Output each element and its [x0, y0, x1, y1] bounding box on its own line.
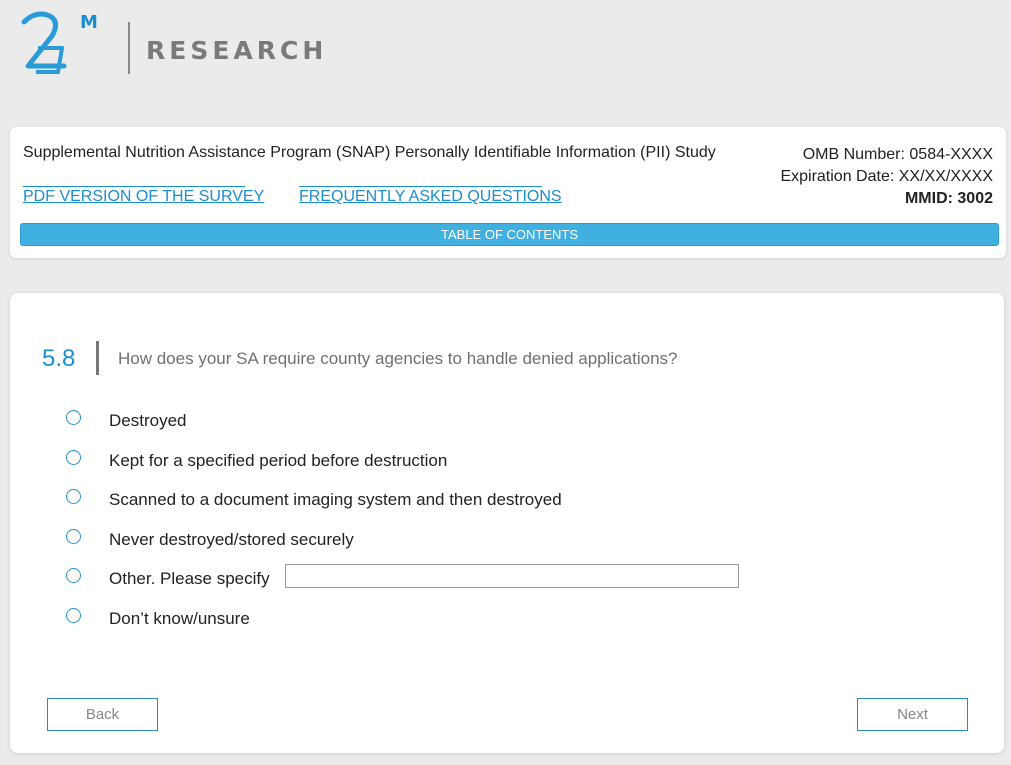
back-button[interactable]: Back: [47, 698, 158, 731]
option-label: Kept for a specified period before destr…: [109, 451, 448, 470]
omb-number: OMB Number: 0584-XXXX: [802, 146, 993, 163]
radio-button[interactable]: [66, 568, 81, 583]
radio-button[interactable]: [66, 410, 81, 425]
expiration-date: Expiration Date: XX/XX/XXXX: [780, 168, 993, 185]
logo-company-text: RESEARCH: [146, 36, 328, 65]
mmid: MMID: 3002: [904, 190, 993, 207]
question-text: How does your SA require county agencies…: [118, 349, 678, 368]
radio-button[interactable]: [66, 529, 81, 544]
company-logo: M RESEARCH: [18, 8, 323, 78]
option-label: Don’t know/unsure: [109, 609, 250, 628]
radio-button[interactable]: [66, 489, 81, 504]
logo-divider: [128, 22, 130, 74]
radio-button[interactable]: [66, 608, 81, 623]
option-label: Destroyed: [109, 411, 187, 430]
survey-header: Supplemental Nutrition Assistance Progra…: [10, 127, 1006, 258]
svg-text:M: M: [80, 12, 98, 33]
faq-link[interactable]: FREQUENTLY ASKED QUESTIONS: [299, 186, 562, 206]
option-label: Other. Please specify: [109, 569, 270, 588]
table-of-contents-button[interactable]: TABLE OF CONTENTS: [20, 223, 999, 246]
next-button[interactable]: Next: [857, 698, 968, 731]
2m-logo-mark-icon: M: [21, 11, 98, 74]
question-number: 5.8: [42, 345, 76, 372]
question-card: 5.8 How does your SA require county agen…: [10, 293, 1004, 753]
study-title: Supplemental Nutrition Assistance Progra…: [23, 144, 716, 161]
question-divider: [96, 341, 99, 375]
option-label: Scanned to a document imaging system and…: [109, 490, 562, 509]
omb-info: OMB Number: 0584-XXXX Expiration Date: X…: [780, 144, 993, 210]
option-label: Never destroyed/stored securely: [109, 530, 354, 549]
other-specify-input[interactable]: [285, 564, 739, 588]
radio-button[interactable]: [66, 450, 81, 465]
pdf-version-link[interactable]: PDF VERSION OF THE SURVEY: [23, 186, 264, 206]
